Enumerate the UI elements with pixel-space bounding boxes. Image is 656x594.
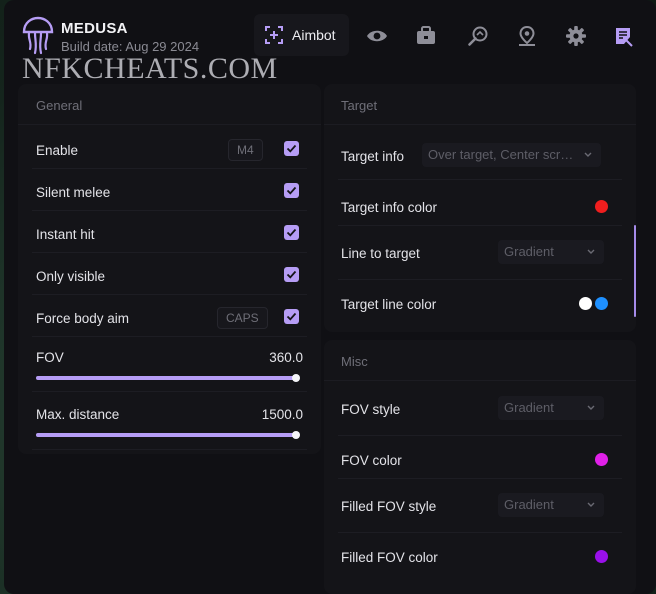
line-to-target-dropdown[interactable]: Gradient <box>498 240 604 264</box>
target-info-value: Over target, Center screen <box>428 147 578 162</box>
target-info-label: Target info <box>341 149 405 164</box>
only-visible-label: Only visible <box>36 269 106 284</box>
general-panel-title: General <box>36 98 83 113</box>
cheat-menu-window: MEDUSA Build date: Aug 29 2024 Aimbot NF… <box>4 0 656 594</box>
fov-color-label: FOV color <box>341 453 402 468</box>
panel-divider <box>324 124 636 125</box>
row-divider <box>338 435 622 436</box>
filled-fov-style-label: Filled FOV style <box>341 499 437 514</box>
misc-panel: Misc FOV style Gradient FOV color Filled… <box>324 340 636 594</box>
chevron-down-icon <box>587 405 595 410</box>
line-to-target-value: Gradient <box>504 244 554 259</box>
filled-fov-color-swatch[interactable] <box>595 550 608 563</box>
line-to-target-label: Line to target <box>341 246 420 261</box>
fov-style-value: Gradient <box>504 400 554 415</box>
target-line-color-swatch-end[interactable] <box>595 297 608 310</box>
fov-label: FOV <box>36 350 64 365</box>
row-divider <box>32 391 307 392</box>
tab-aimbot-label: Aimbot <box>292 27 336 43</box>
target-panel-title: Target <box>341 98 378 113</box>
briefcase-icon[interactable] <box>415 25 437 47</box>
row-divider <box>338 279 622 280</box>
enable-label: Enable <box>36 143 79 158</box>
fov-style-label: FOV style <box>341 402 401 417</box>
row-divider <box>32 336 307 337</box>
row-divider <box>32 449 307 450</box>
crosshair-plus-icon <box>265 26 283 44</box>
tab-aimbot[interactable]: Aimbot <box>254 14 349 56</box>
max-distance-slider-fill <box>36 433 296 437</box>
target-info-color-label: Target info color <box>341 200 438 215</box>
fov-slider-handle[interactable] <box>292 374 300 382</box>
filled-fov-style-value: Gradient <box>504 497 554 512</box>
checkmark-icon <box>286 186 297 195</box>
row-divider <box>32 294 307 295</box>
watermark-text: NFKCHEATS.COM <box>22 52 278 85</box>
gear-icon[interactable] <box>565 25 587 47</box>
scrollbar[interactable] <box>634 225 636 317</box>
map-pin-icon[interactable] <box>516 25 538 47</box>
row-divider <box>32 168 307 169</box>
fov-style-dropdown[interactable]: Gradient <box>498 396 604 420</box>
target-info-dropdown[interactable]: Over target, Center screen <box>422 143 601 167</box>
header: MEDUSA Build date: Aug 29 2024 Aimbot NF… <box>4 0 656 85</box>
silent-melee-checkbox[interactable] <box>284 183 299 198</box>
target-info-color-swatch[interactable] <box>595 200 608 213</box>
target-panel: Target Target info Over target, Center s… <box>324 84 636 332</box>
general-panel: General Enable M4 Silent melee Instant h… <box>18 84 321 454</box>
max-distance-slider[interactable] <box>36 431 300 439</box>
row-divider <box>338 532 622 533</box>
force-body-aim-keybind[interactable]: CAPS <box>217 307 268 329</box>
chevron-down-icon <box>587 502 595 507</box>
enable-checkbox[interactable] <box>284 141 299 156</box>
force-body-aim-label: Force body aim <box>36 311 130 326</box>
instant-hit-label: Instant hit <box>36 227 95 242</box>
checkmark-icon <box>286 228 297 237</box>
chevron-down-icon <box>587 249 595 254</box>
only-visible-checkbox[interactable] <box>284 267 299 282</box>
enable-keybind[interactable]: M4 <box>228 139 263 161</box>
fov-slider-fill <box>36 376 296 380</box>
row-divider <box>32 252 307 253</box>
checkmark-icon <box>286 144 297 153</box>
chevron-down-icon <box>584 152 592 157</box>
search-magnifier-icon[interactable] <box>467 25 489 47</box>
panel-divider <box>324 380 636 381</box>
script-list-icon[interactable] <box>612 25 634 47</box>
app-name: MEDUSA <box>61 20 128 37</box>
silent-melee-label: Silent melee <box>36 185 111 200</box>
max-distance-slider-handle[interactable] <box>292 431 300 439</box>
target-line-color-swatch-start[interactable] <box>579 297 592 310</box>
instant-hit-checkbox[interactable] <box>284 225 299 240</box>
row-divider <box>338 179 622 180</box>
max-distance-value: 1500.0 <box>261 407 303 422</box>
row-divider <box>32 210 307 211</box>
eye-icon[interactable] <box>366 25 388 47</box>
filled-fov-color-label: Filled FOV color <box>341 550 438 565</box>
max-distance-label: Max. distance <box>36 407 120 422</box>
misc-panel-title: Misc <box>341 354 368 369</box>
fov-slider[interactable] <box>36 374 300 382</box>
force-body-aim-checkbox[interactable] <box>284 309 299 324</box>
build-date: Build date: Aug 29 2024 <box>61 39 200 54</box>
fov-value: 360.0 <box>269 350 303 365</box>
jellyfish-logo-icon <box>22 16 54 55</box>
filled-fov-style-dropdown[interactable]: Gradient <box>498 493 604 517</box>
target-line-color-label: Target line color <box>341 297 437 312</box>
checkmark-icon <box>286 312 297 321</box>
panel-divider <box>18 124 321 125</box>
checkmark-icon <box>286 270 297 279</box>
row-divider <box>338 478 622 479</box>
fov-color-swatch[interactable] <box>595 453 608 466</box>
row-divider <box>338 225 622 226</box>
